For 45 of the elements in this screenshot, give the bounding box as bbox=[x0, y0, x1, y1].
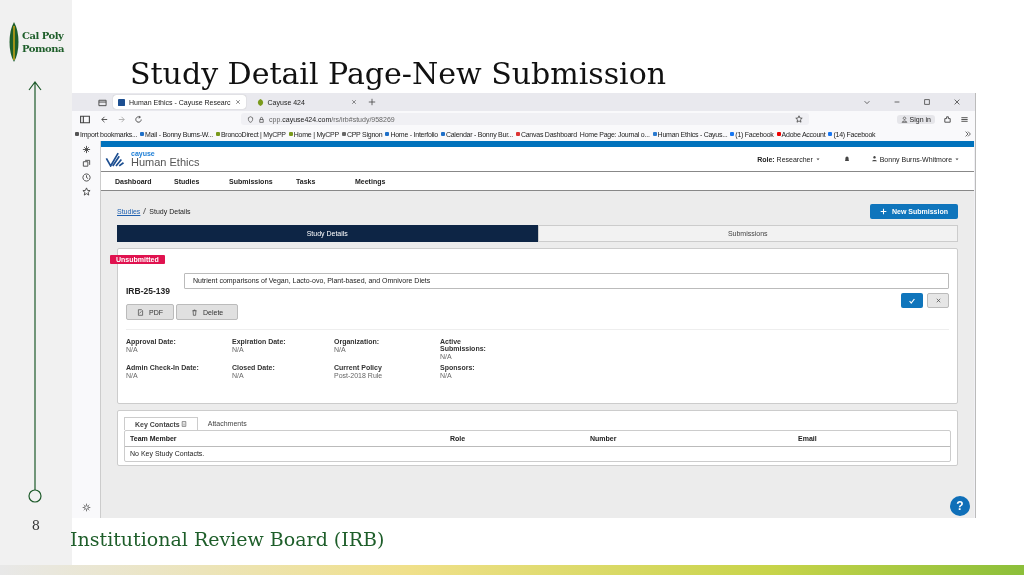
study-id: IRB-25-139 bbox=[126, 286, 170, 296]
reload-icon[interactable] bbox=[134, 114, 143, 124]
bell-icon[interactable] bbox=[842, 155, 851, 163]
logo-text: Cal Poly bbox=[22, 29, 64, 42]
user-icon bbox=[870, 155, 878, 162]
back-icon[interactable] bbox=[100, 114, 109, 124]
tabs-icon[interactable] bbox=[81, 159, 91, 168]
lock-icon bbox=[258, 115, 265, 123]
brand-logo-icon bbox=[105, 151, 127, 167]
sparkle-icon[interactable] bbox=[81, 145, 91, 154]
check-icon bbox=[908, 296, 916, 305]
trash-icon bbox=[191, 308, 198, 316]
brand-name: Human Ethics bbox=[131, 157, 200, 168]
user-icon bbox=[900, 115, 908, 123]
close-icon[interactable] bbox=[234, 99, 241, 105]
star-icon[interactable] bbox=[81, 187, 91, 196]
close-icon bbox=[934, 297, 942, 304]
new-tab-icon[interactable] bbox=[367, 98, 376, 106]
page-number: 8 bbox=[31, 518, 41, 533]
close-icon[interactable] bbox=[350, 99, 357, 105]
logo-text: Pomona bbox=[22, 42, 64, 55]
help-button[interactable]: ? bbox=[950, 496, 970, 516]
history-icon[interactable] bbox=[81, 173, 91, 182]
leaf-icon bbox=[256, 98, 264, 106]
extensions-icon[interactable] bbox=[943, 114, 952, 124]
maximize-icon[interactable] bbox=[923, 98, 931, 106]
info-icon bbox=[180, 421, 187, 427]
slide-footer: Institutional Review Board (IRB) bbox=[70, 528, 385, 550]
star-icon[interactable] bbox=[794, 115, 803, 123]
confirm-button[interactable] bbox=[901, 293, 923, 308]
more-bookmarks-icon[interactable] bbox=[964, 130, 972, 138]
document-icon bbox=[137, 308, 144, 316]
tab-list-icon[interactable] bbox=[98, 97, 107, 107]
sidebar-icon[interactable] bbox=[78, 113, 92, 125]
caret-icon bbox=[814, 155, 821, 162]
menu-icon[interactable] bbox=[960, 114, 969, 124]
slide-title: Study Detail Page-New Submission bbox=[129, 55, 667, 93]
close-icon[interactable] bbox=[953, 98, 961, 106]
shield-icon bbox=[247, 115, 254, 123]
caret-icon bbox=[954, 156, 960, 162]
plus-icon bbox=[880, 207, 887, 215]
breadcrumb-separator-icon bbox=[143, 207, 147, 215]
settings-icon[interactable] bbox=[81, 503, 91, 512]
page-icon bbox=[118, 98, 125, 106]
leaf-icon bbox=[8, 22, 21, 62]
